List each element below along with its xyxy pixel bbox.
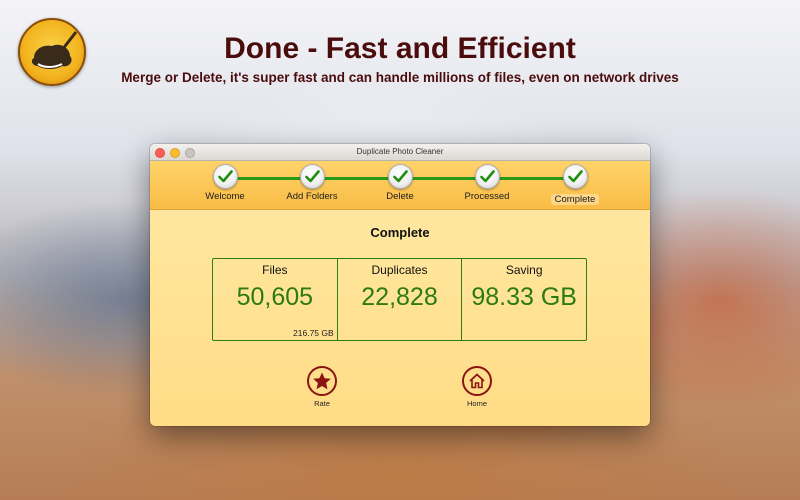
- stat-label: Saving: [505, 263, 543, 277]
- checkmark-icon: [299, 164, 325, 189]
- step-complete[interactable]: Complete: [532, 164, 618, 207]
- stat-value: 22,828: [361, 283, 438, 311]
- rate-button[interactable]: Rate: [292, 366, 352, 408]
- window-title: Duplicate Photo Cleaner: [356, 147, 444, 156]
- checkmark-icon: [562, 164, 588, 189]
- step-label: Welcome: [205, 191, 245, 202]
- step-add-folders[interactable]: Add Folders: [269, 164, 355, 202]
- app-window: Duplicate Photo Cleaner Welcome Add Fold…: [150, 144, 650, 426]
- stats-table: Files 50,605 216.75 GB Duplicates 22,828…: [212, 258, 587, 341]
- stat-files: Files 50,605 216.75 GB: [213, 259, 338, 340]
- window-titlebar: Duplicate Photo Cleaner: [150, 144, 650, 161]
- app-logo: [18, 18, 86, 86]
- home-label: Home: [466, 399, 487, 408]
- rate-label: Rate: [314, 399, 330, 408]
- close-window-button[interactable]: [155, 148, 165, 158]
- step-label: Add Folders: [286, 191, 338, 202]
- step-label: Delete: [386, 191, 414, 202]
- page-subtitle: Merge or Delete, it's super fast and can…: [121, 70, 679, 85]
- checkmark-icon: [387, 164, 413, 189]
- page-title: Done - Fast and Efficient: [224, 32, 576, 65]
- step-processed[interactable]: Processed: [444, 164, 530, 202]
- stat-value: 50,605: [236, 283, 314, 311]
- minimize-window-button[interactable]: [170, 148, 180, 158]
- stat-size: 216.75 GB: [293, 328, 334, 338]
- star-icon: [307, 366, 337, 396]
- stat-duplicates: Duplicates 22,828: [338, 259, 463, 340]
- zoom-window-button[interactable]: [185, 148, 195, 158]
- step-label: Complete: [550, 194, 600, 205]
- wizard-steps: Welcome Add Folders Delete Processed Com: [150, 161, 650, 210]
- home-button[interactable]: Home: [447, 366, 507, 408]
- stat-label: Duplicates: [371, 263, 428, 277]
- stat-saving: Saving 98.33 GB: [462, 259, 586, 340]
- stat-label: Files: [262, 263, 288, 277]
- checkmark-icon: [474, 164, 500, 189]
- results-panel: Complete Files 50,605 216.75 GB Duplicat…: [150, 210, 650, 426]
- step-welcome[interactable]: Welcome: [182, 164, 268, 202]
- step-label: Processed: [464, 191, 510, 202]
- checkmark-icon: [212, 164, 238, 189]
- broom-icon: [31, 31, 78, 69]
- results-title: Complete: [370, 225, 430, 240]
- stat-value: 98.33 GB: [471, 283, 577, 311]
- step-delete[interactable]: Delete: [357, 164, 443, 202]
- home-icon: [462, 366, 492, 396]
